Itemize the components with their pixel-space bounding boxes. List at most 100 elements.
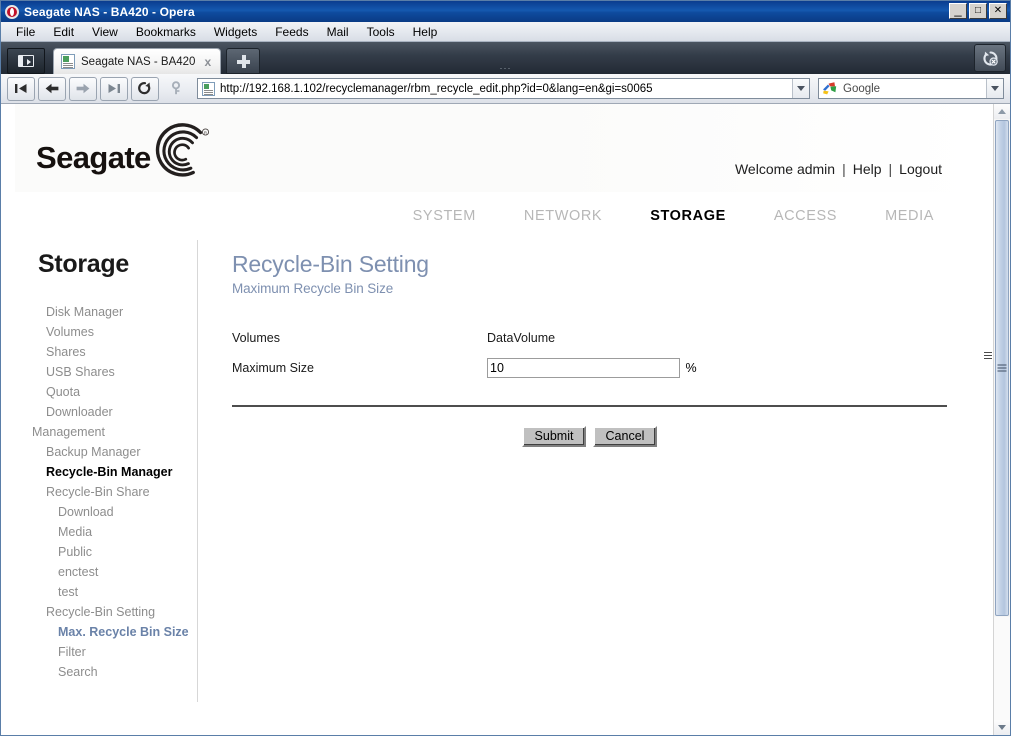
- maximize-icon: □: [974, 5, 982, 16]
- form-actions: Submit Cancel: [232, 426, 947, 448]
- cancel-button[interactable]: Cancel: [593, 426, 657, 448]
- reload-button[interactable]: [131, 76, 159, 101]
- nav-tab-media[interactable]: MEDIA: [885, 208, 934, 224]
- main-content: Recycle-Bin Setting Maximum Recycle Bin …: [198, 238, 979, 708]
- rewind-button[interactable]: [7, 76, 35, 101]
- volumes-label: Volumes: [232, 331, 280, 346]
- maximize-button[interactable]: □: [969, 3, 987, 19]
- sidebar-item-test[interactable]: test: [15, 582, 197, 602]
- browser-tab-active[interactable]: Seagate NAS - BA420 x: [53, 48, 222, 74]
- window-title: Seagate NAS - BA420 - Opera: [24, 4, 195, 19]
- sidebar-item-search[interactable]: Search: [15, 662, 197, 682]
- page-viewport: Seagate R Welcome admin | Help | Logout …: [1, 104, 1010, 735]
- key-icon: [171, 81, 181, 95]
- nav-tab-storage[interactable]: STORAGE: [650, 208, 726, 224]
- maximum-size-input[interactable]: [487, 358, 680, 379]
- sidebar-group-management: Management: [32, 425, 105, 439]
- sidebar-item-recycle-bin-share[interactable]: Recycle-Bin Share: [15, 482, 197, 502]
- page-scrollbar[interactable]: [993, 104, 1010, 735]
- form-row-volumes: Volumes DataVolume: [232, 323, 697, 353]
- menu-item-tools[interactable]: Tools: [358, 23, 404, 41]
- scrollbar-thumb[interactable]: [995, 120, 1009, 616]
- page-resize-handle[interactable]: [984, 352, 992, 361]
- menu-bar: File Edit View Bookmarks Widgets Feeds M…: [1, 22, 1010, 42]
- window-controls: _ □ ✕: [949, 3, 1007, 19]
- sidebar-item-downloader[interactable]: Downloader: [15, 402, 197, 422]
- close-icon: ✕: [993, 5, 1003, 16]
- panel-toggle-icon: [18, 55, 34, 67]
- sidebar-item-enctest[interactable]: enctest: [15, 562, 197, 582]
- sidebar-item-disk-manager[interactable]: Disk Manager: [15, 302, 197, 322]
- menu-item-file[interactable]: File: [7, 23, 44, 41]
- undo-close-tab-button[interactable]: [974, 44, 1006, 72]
- nav-tab-system[interactable]: SYSTEM: [413, 208, 476, 224]
- percent-label: %: [685, 361, 697, 376]
- menu-item-edit[interactable]: Edit: [44, 23, 83, 41]
- main-navigation: SYSTEM NETWORK STORAGE ACCESS MEDIA: [15, 193, 979, 238]
- menu-item-widgets[interactable]: Widgets: [205, 23, 266, 41]
- menu-item-mail[interactable]: Mail: [318, 23, 358, 41]
- menu-item-help[interactable]: Help: [404, 23, 447, 41]
- sidebar-item-usb-shares[interactable]: USB Shares: [15, 362, 197, 382]
- sidebar-item-public[interactable]: Public: [15, 542, 197, 562]
- minimize-button[interactable]: _: [949, 3, 967, 19]
- address-dropdown-button[interactable]: [792, 79, 809, 98]
- arrow-left-icon: [45, 83, 59, 94]
- maximum-size-label: Maximum Size: [232, 361, 314, 376]
- page-icon: [202, 81, 215, 96]
- form-row-maximum-size: Maximum Size %: [232, 353, 697, 383]
- sidebar-title: Storage: [38, 250, 129, 278]
- tab-close-icon[interactable]: x: [201, 55, 214, 69]
- tab-title: Seagate NAS - BA420: [81, 55, 196, 68]
- sidebar-item-filter[interactable]: Filter: [15, 642, 197, 662]
- close-button[interactable]: ✕: [989, 3, 1007, 19]
- back-button[interactable]: [38, 76, 66, 101]
- sidebar-item-recycle-bin-manager[interactable]: Recycle-Bin Manager: [15, 462, 197, 482]
- sidebar-item-volumes[interactable]: Volumes: [15, 322, 197, 342]
- header-links: Welcome admin | Help | Logout: [735, 161, 942, 177]
- security-button[interactable]: [162, 77, 190, 101]
- sidebar-item-media[interactable]: Media: [15, 522, 197, 542]
- menu-item-view[interactable]: View: [83, 23, 127, 41]
- fast-forward-button[interactable]: [100, 76, 128, 101]
- settings-form: Volumes DataVolume Maximum Size %: [232, 323, 697, 383]
- sidebar-item-backup-manager[interactable]: Backup Manager: [15, 442, 197, 462]
- help-link[interactable]: Help: [853, 161, 882, 177]
- panel-toggle-button[interactable]: [7, 48, 45, 74]
- reload-icon: [138, 82, 151, 95]
- site-header: Seagate R Welcome admin | Help | Logout: [15, 104, 979, 193]
- scroll-down-button[interactable]: [994, 720, 1010, 735]
- opera-logo-icon: [5, 4, 19, 19]
- page-title: Recycle-Bin Setting: [232, 251, 429, 277]
- new-tab-button[interactable]: [226, 48, 261, 74]
- page-icon: [61, 54, 75, 69]
- search-bar[interactable]: Google: [818, 78, 1004, 99]
- menu-item-feeds[interactable]: Feeds: [266, 23, 317, 41]
- address-bar[interactable]: http://192.168.1.102/recyclemanager/rbm_…: [197, 78, 810, 99]
- sidebar-item-recycle-bin-setting[interactable]: Recycle-Bin Setting: [15, 602, 197, 622]
- search-dropdown-button[interactable]: [986, 79, 1003, 98]
- sidebar-item-download[interactable]: Download: [15, 502, 197, 522]
- nav-tab-access[interactable]: ACCESS: [774, 208, 837, 224]
- sidebar: Storage Disk Manager Volumes Shares USB …: [15, 238, 197, 708]
- sidebar-item-max-recycle-bin-size[interactable]: Max. Recycle Bin Size: [15, 622, 197, 642]
- arrow-right-icon: [76, 83, 90, 94]
- page-body: Storage Disk Manager Volumes Shares USB …: [15, 238, 979, 708]
- volumes-value: DataVolume: [487, 331, 556, 346]
- scroll-up-button[interactable]: [994, 104, 1010, 119]
- sidebar-item-quota[interactable]: Quota: [15, 382, 197, 402]
- submit-button[interactable]: Submit: [522, 426, 586, 448]
- address-url: http://192.168.1.102/recyclemanager/rbm_…: [220, 82, 653, 95]
- minimize-icon: _: [954, 2, 962, 17]
- nav-tab-network[interactable]: NETWORK: [524, 208, 602, 224]
- forward-button[interactable]: [69, 76, 97, 101]
- menu-item-bookmarks[interactable]: Bookmarks: [127, 23, 205, 41]
- chevron-down-icon: [797, 86, 805, 91]
- seagate-logo: Seagate R: [36, 123, 215, 185]
- logout-link[interactable]: Logout: [899, 161, 942, 177]
- tab-bar: Seagate NAS - BA420 x ···: [1, 42, 1010, 74]
- svg-text:R: R: [204, 130, 207, 135]
- seagate-spiral-mark-icon: R: [153, 123, 215, 185]
- sidebar-item-shares[interactable]: Shares: [15, 342, 197, 362]
- scrollbar-track[interactable]: [994, 617, 1010, 720]
